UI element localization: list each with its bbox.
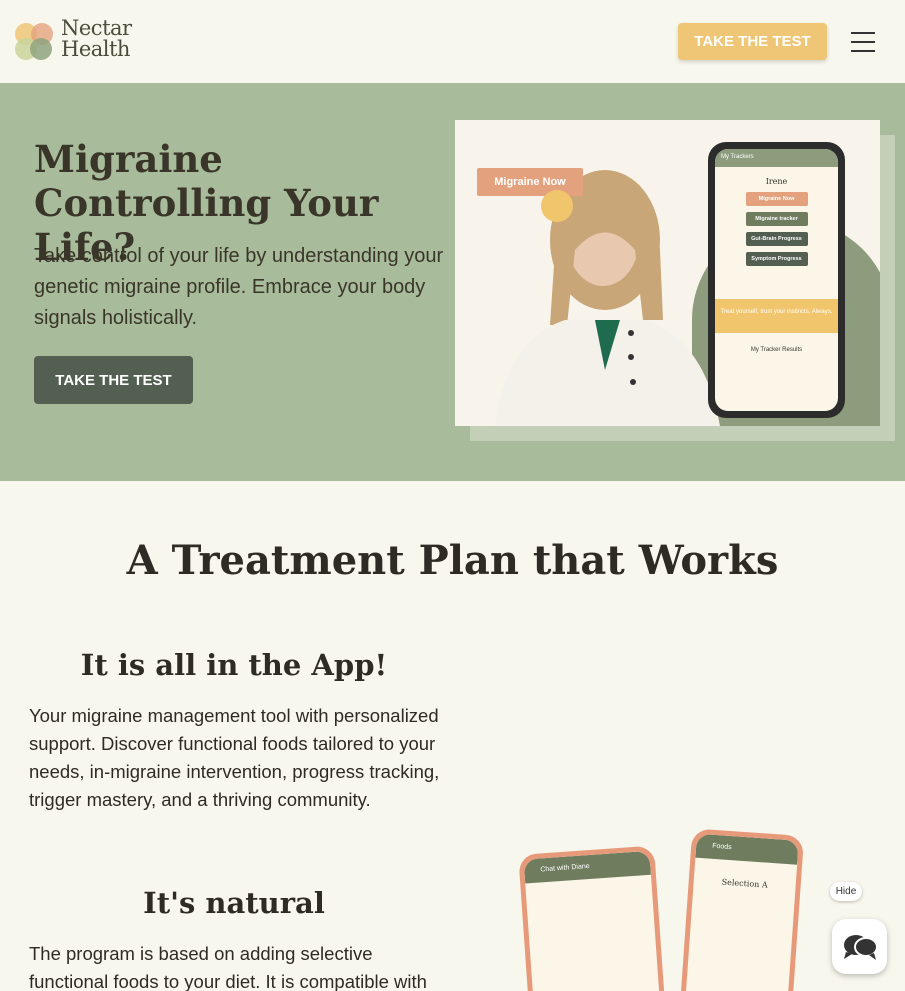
app-phones-image: Chat with Diane Foods Selection A (518, 828, 810, 991)
site-header: Nectar Health TAKE THE TEST (0, 0, 905, 83)
logo[interactable]: Nectar Health (12, 18, 142, 64)
chat-bubbles-icon (843, 934, 878, 960)
logo-line-2: Health (61, 37, 130, 61)
hero-image: Migraine Now My Trackers Irene Migraine … (455, 120, 880, 426)
foods-phone-subtitle: Selection A (721, 877, 768, 890)
section-title: A Treatment Plan that Works (126, 537, 779, 584)
block1-text: Your migraine management tool with perso… (29, 705, 440, 810)
migraine-now-badge: Migraine Now (477, 168, 583, 196)
cursor-click-icon (541, 190, 573, 222)
block2-text: The program is based on adding selective… (29, 943, 427, 991)
chat-widget-button[interactable] (832, 919, 887, 974)
phone-user-name: Irene (765, 177, 788, 186)
phone-mockup: My Trackers Irene Migraine Now Migraine … (708, 142, 845, 418)
hide-chat-button[interactable]: Hide (830, 882, 862, 901)
phone-button-1: Migraine Now (745, 192, 808, 206)
foods-phone-mockup: Foods Selection A (679, 828, 805, 991)
phone-screen: My Trackers Irene Migraine Now Migraine … (715, 149, 838, 411)
header-take-test-button[interactable]: TAKE THE TEST (678, 23, 827, 60)
hero-section: Migraine Controlling Your Life? Take con… (0, 83, 905, 481)
chat-phone-mockup: Chat with Diane (518, 845, 666, 991)
phone-button-2: Migraine tracker (745, 212, 808, 226)
phone-header: My Trackers (715, 149, 838, 167)
hero-subtitle: Take control of your life by understandi… (34, 245, 444, 329)
logo-text: Nectar Health (61, 18, 132, 60)
hamburger-icon[interactable] (851, 32, 875, 52)
foods-phone-header: Foods (695, 833, 799, 865)
block2-title: It's natural (143, 886, 325, 920)
logo-line-1: Nectar (61, 16, 132, 40)
phone-results-title: My Tracker Results (750, 347, 803, 353)
logo-mark-icon (15, 23, 53, 60)
hero-take-test-button[interactable]: TAKE THE TEST (34, 356, 193, 404)
phone-button-4: Symptom Progress (745, 252, 808, 266)
chat-phone-header: Chat with Diane (523, 850, 651, 884)
phone-banner: Treat yourself, trust your instincts, Al… (715, 299, 838, 333)
block1-title: It is all in the App! (80, 648, 388, 682)
phone-button-3: Gut-Brain Progress (745, 232, 808, 246)
